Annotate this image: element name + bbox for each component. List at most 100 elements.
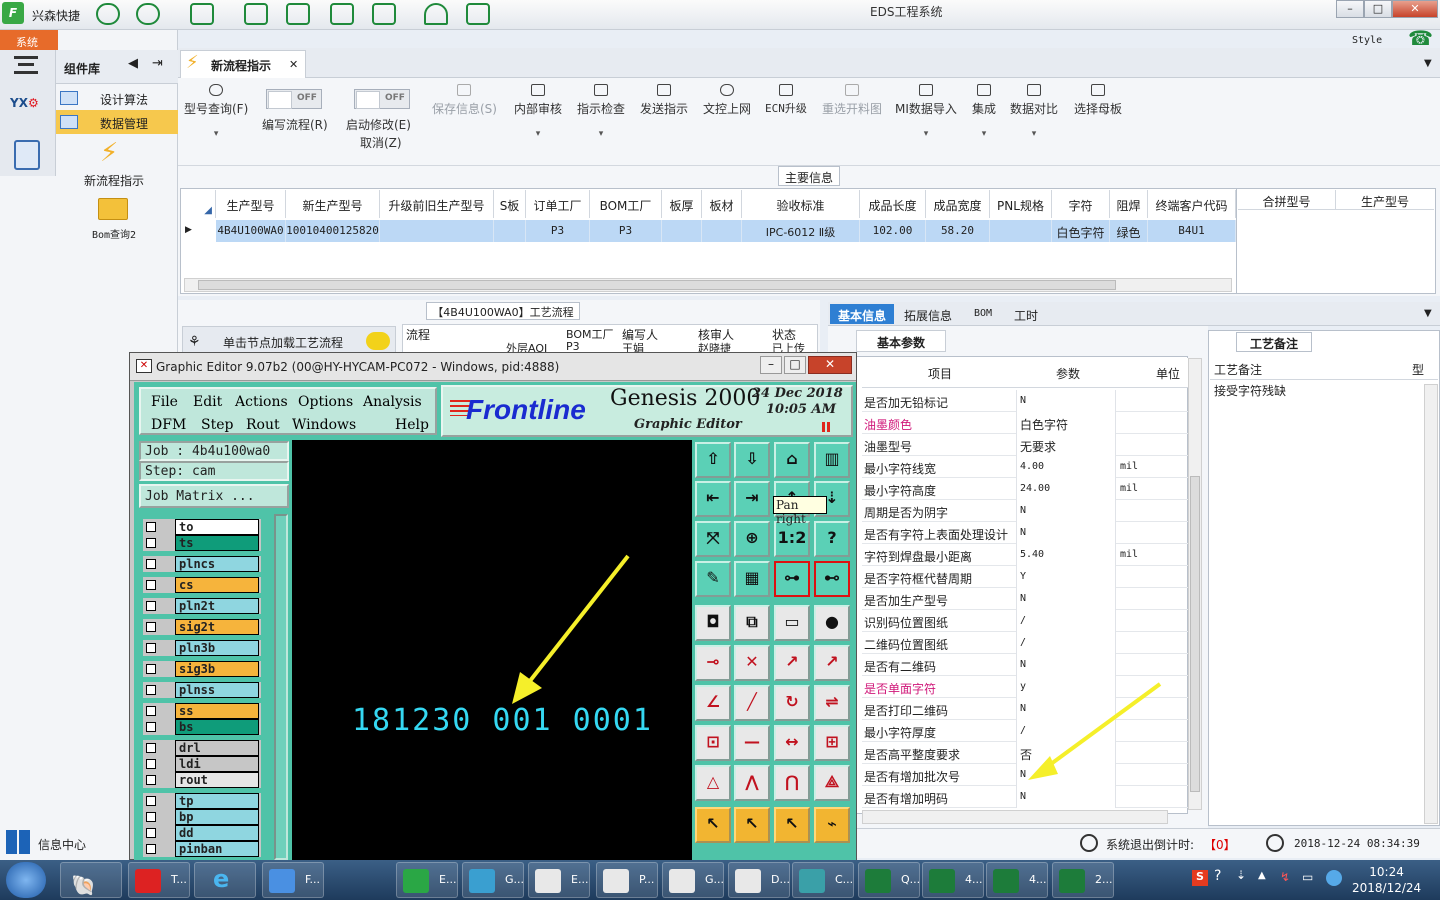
layer-row[interactable]: ts [143,535,261,551]
table-cell[interactable]: 绿色 [1110,220,1148,242]
layer-name[interactable]: rout [175,772,259,788]
param-value[interactable]: 5.40 [1020,549,1116,560]
split-view-icon[interactable]: ▥ [814,442,850,478]
layer-scrollbar[interactable] [274,514,288,860]
col-header[interactable]: 合拼型号 [1238,190,1336,210]
tray-help-icon[interactable]: ? [1214,868,1221,884]
layer-name[interactable]: ldi [175,756,259,772]
taskbar-item[interactable]: D... [728,862,790,898]
layer-checkbox[interactable] [146,844,156,854]
layer-name[interactable]: tp [175,793,259,809]
folder-icon[interactable] [98,198,128,220]
table-cell[interactable] [494,220,526,242]
tray-network-icon[interactable]: ↯ [1280,870,1290,884]
basic-params-tab[interactable]: 基本参数 [856,330,946,352]
col-header[interactable]: 单位 [1156,365,1180,382]
param-row[interactable]: 是否加生产型号 N [862,588,1188,610]
maximize-button[interactable]: □ [1364,0,1392,18]
layer-checkbox[interactable] [146,759,156,769]
lightning-icon[interactable]: ⚡ [100,138,118,168]
table-cell[interactable]: 102.00 [860,220,926,242]
home-icon[interactable]: ⌂ [774,442,810,478]
move-line-icon[interactable]: ↗ [814,645,850,681]
select-icon[interactable]: ↖ [734,807,770,843]
info-center-link[interactable]: 信息中心 [38,836,86,853]
tray-monitor-icon[interactable]: ▭ [1302,870,1313,884]
tab-dropdown-icon[interactable]: ▼ [1424,58,1432,69]
connect-icon[interactable]: ⊸ [695,645,731,681]
horizontal-scrollbar[interactable] [862,810,1168,824]
graphic-editor-titlebar[interactable]: Graphic Editor 9.07b2 (00@HY-HYCAM-PC072… [130,353,856,381]
cancel-label[interactable]: 取消(Z) [360,134,402,151]
layer-checkbox[interactable] [146,622,156,632]
layer-row[interactable]: plncs [143,556,261,572]
menu-windows[interactable]: Windows [292,417,356,433]
table-cell[interactable]: B4U1 [1148,220,1236,242]
param-value[interactable]: 4.00 [1020,461,1116,472]
scissors-icon[interactable] [244,3,268,25]
col-header[interactable]: BOM工厂 [590,190,662,218]
layer-row[interactable]: tp [143,793,261,809]
route-select-icon[interactable]: ⌁ [814,807,850,843]
param-value[interactable]: 无要求 [1020,438,1116,455]
layer-row[interactable]: dd [143,825,261,841]
menu-analysis[interactable]: Analysis [363,394,422,410]
width-icon[interactable]: ↔ [774,725,810,761]
col-header[interactable]: 字符 [1052,190,1110,218]
layer-checkbox[interactable] [146,812,156,822]
col-header[interactable]: 阻焊 [1110,190,1148,218]
tab-new-process-instruction[interactable]: 新流程指示 [180,50,306,78]
tray-s-icon[interactable]: S [1192,870,1208,886]
reselect-cutting-button[interactable]: 重选开料图 [822,84,882,117]
select-alt-icon[interactable]: ↖ [774,807,810,843]
select-board-button[interactable]: 选择母板 [1074,84,1122,117]
job-field[interactable]: Job : 4b4u100wa0 [139,441,289,461]
col-header[interactable]: 成品长度 [860,190,926,218]
col-header[interactable]: 流程 [406,326,430,343]
table-cell[interactable]: P3 [590,220,662,242]
route-icon[interactable]: ⊶ [774,561,810,597]
layer-row[interactable]: rout [143,772,261,788]
menu-step[interactable]: Step [201,417,233,433]
style-menu[interactable]: Style [1352,35,1382,46]
layer-row[interactable]: ldi [143,756,261,772]
layer-row[interactable]: bp [143,809,261,825]
table-cell[interactable]: 4B4U100WA0 [216,220,286,242]
col-header[interactable]: 新生产型号 [286,190,380,218]
move-node-icon[interactable]: ↗ [774,645,810,681]
col-header[interactable]: PNL规格 [990,190,1052,218]
param-value[interactable]: / [1020,637,1116,648]
user-icon[interactable] [424,3,448,25]
tray-arrow-icon[interactable]: ⇣ [1236,868,1246,882]
menu-dfm[interactable]: DFM [151,417,186,433]
rotate-icon[interactable]: ↻ [774,685,810,721]
measure-icon[interactable]: ✎ [695,561,731,597]
menu-rout[interactable]: Rout [246,417,280,433]
col-header[interactable]: 项目 [928,365,952,382]
table-cell[interactable]: IPC-6012 Ⅱ级 [742,220,860,242]
launcher-new-process[interactable]: 新流程指示 [70,172,158,189]
table-cell[interactable] [662,220,702,242]
close-button[interactable]: ✕ [1392,0,1438,18]
layer-name[interactable]: to [175,519,259,535]
param-value[interactable]: N [1020,791,1116,802]
pan-left-icon[interactable]: ⇤ [695,481,731,517]
tray-globe-icon[interactable] [1326,870,1342,886]
notes-tab[interactable]: 工艺备注 [1236,332,1312,352]
table-cell[interactable]: 58.20 [926,220,990,242]
delete-node-icon[interactable]: ✕ [734,645,770,681]
layer-name[interactable]: sig2t [175,619,259,635]
layer-checkbox[interactable] [146,775,156,785]
launcher-bom-query[interactable]: Bom查询2 [70,226,158,241]
layer-row[interactable]: cs [143,577,261,593]
taskbar-item[interactable]: C... [792,862,854,898]
tab-close-icon[interactable]: ✕ [289,58,298,71]
col-header[interactable]: 验收标准 [742,190,860,218]
col-header[interactable]: 订单工厂 [526,190,590,218]
layer-name[interactable]: pln2t [175,598,259,614]
internal-review-button[interactable]: 内部审核 ▾ [514,84,562,139]
vertical-scrollbar[interactable] [1424,384,1438,824]
download-tool-icon[interactable]: ⇩ [734,442,770,478]
taskbar-item[interactable]: 2... [1052,862,1114,898]
col-header[interactable]: 板厚 [662,190,702,218]
